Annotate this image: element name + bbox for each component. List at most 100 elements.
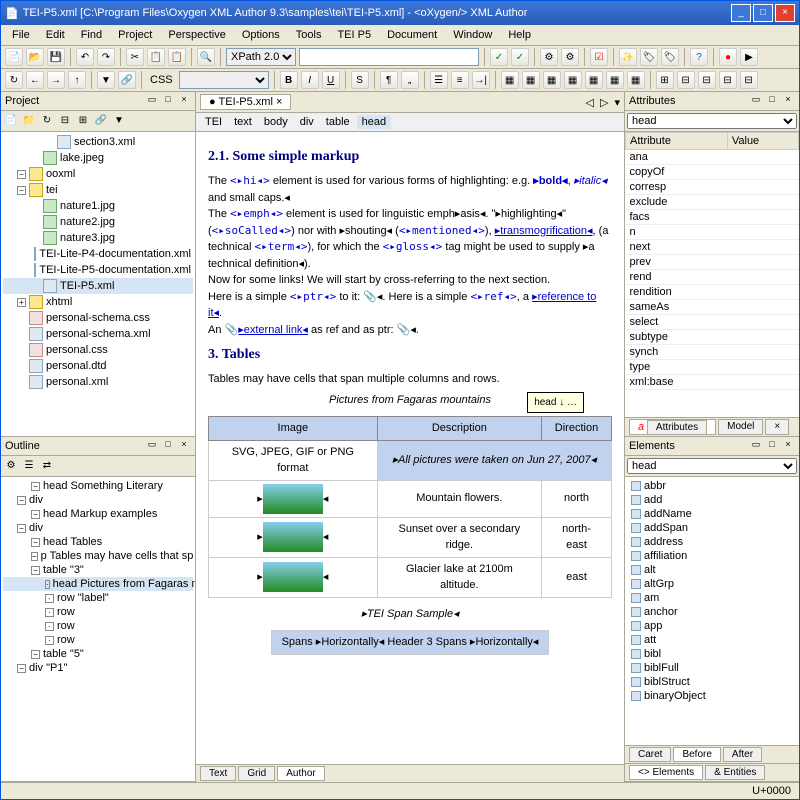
split-icon[interactable]: ⊟: [677, 71, 695, 89]
attr-element-select[interactable]: head: [627, 113, 797, 129]
panel-close-icon[interactable]: ×: [177, 94, 191, 108]
outline-item[interactable]: ·row "label": [3, 591, 193, 605]
element-item[interactable]: att: [627, 633, 797, 647]
menu-options[interactable]: Options: [235, 27, 287, 43]
tree-item[interactable]: nature1.jpg: [3, 198, 193, 214]
find-icon[interactable]: 🔍: [197, 48, 215, 66]
outline-item[interactable]: −table "5": [3, 647, 193, 661]
panel-min-icon[interactable]: ▭: [145, 94, 159, 108]
attr-min-icon[interactable]: ▭: [749, 94, 763, 108]
del-row-icon[interactable]: ▦: [606, 71, 624, 89]
wand-icon[interactable]: ✨: [619, 48, 637, 66]
element-item[interactable]: add: [627, 493, 797, 507]
elem-tab-before[interactable]: Before: [673, 747, 720, 762]
element-item[interactable]: anchor: [627, 605, 797, 619]
outline-flat-icon[interactable]: ☰: [21, 458, 37, 474]
element-item[interactable]: addSpan: [627, 521, 797, 535]
redo-icon[interactable]: ↷: [97, 48, 115, 66]
element-item[interactable]: binaryObject: [627, 689, 797, 703]
doc-tab-active[interactable]: ● TEI-P5.xml ×: [200, 94, 291, 110]
bold-button[interactable]: B: [280, 71, 298, 89]
menu-perspective[interactable]: Perspective: [161, 27, 232, 43]
wellformed-icon[interactable]: ✓: [511, 48, 529, 66]
outline-item[interactable]: −div "P1": [3, 661, 193, 675]
nav-fwd-icon[interactable]: →: [47, 71, 65, 89]
crumb-text[interactable]: text: [229, 115, 257, 129]
elem-btab-elements[interactable]: <> Elements: [629, 765, 703, 780]
menu-find[interactable]: Find: [74, 27, 109, 43]
link-proj-icon[interactable]: 🔗: [93, 113, 109, 129]
crumb-div[interactable]: div: [295, 115, 319, 129]
help-icon[interactable]: ?: [690, 48, 708, 66]
tree-item[interactable]: nature2.jpg: [3, 214, 193, 230]
tab-attributes[interactable]: a Attributes: [629, 419, 716, 435]
outline-item[interactable]: −div: [3, 493, 193, 507]
element-item[interactable]: altGrp: [627, 577, 797, 591]
elem-tab-caret[interactable]: Caret: [629, 747, 671, 762]
elem-btab-entities[interactable]: & Entities: [705, 765, 765, 780]
col-left-icon[interactable]: ▦: [564, 71, 582, 89]
new-proj-icon[interactable]: 📄: [3, 113, 19, 129]
menu-teip5[interactable]: TEI P5: [330, 27, 378, 43]
outline-close-icon[interactable]: ×: [177, 439, 191, 453]
menu-edit[interactable]: Edit: [39, 27, 72, 43]
split3-icon[interactable]: ⊟: [719, 71, 737, 89]
tree-item[interactable]: personal-schema.css: [3, 310, 193, 326]
copy-icon[interactable]: 📋: [147, 48, 165, 66]
outline-cfg-icon[interactable]: ⚙: [3, 458, 19, 474]
quote-icon[interactable]: „: [401, 71, 419, 89]
maximize-button[interactable]: □: [753, 4, 773, 22]
outline-item[interactable]: ·row: [3, 619, 193, 633]
strike-button[interactable]: S: [351, 71, 369, 89]
tab-nav-left-icon[interactable]: ◁: [586, 96, 594, 109]
menu-window[interactable]: Window: [446, 27, 499, 43]
elem-close-icon[interactable]: ×: [781, 439, 795, 453]
attr-max-icon[interactable]: □: [765, 94, 779, 108]
elements-list[interactable]: abbraddaddNameaddSpanaddressaffiliationa…: [625, 477, 799, 745]
para-icon[interactable]: ¶: [380, 71, 398, 89]
del-col-icon[interactable]: ▦: [627, 71, 645, 89]
element-item[interactable]: am: [627, 591, 797, 605]
element-item[interactable]: biblFull: [627, 661, 797, 675]
tag2-icon[interactable]: 🏷: [661, 48, 679, 66]
crumb-head[interactable]: head: [357, 115, 391, 129]
save-icon[interactable]: 💾: [47, 48, 65, 66]
element-item[interactable]: alt: [627, 563, 797, 577]
table-icon[interactable]: ▦: [501, 71, 519, 89]
row-below-icon[interactable]: ▦: [543, 71, 561, 89]
tree-item[interactable]: TEI-Lite-P4-documentation.xml: [3, 246, 193, 262]
tab-model[interactable]: Model: [718, 419, 763, 435]
tree-item[interactable]: −tei: [3, 182, 193, 198]
attr-close-icon[interactable]: ×: [781, 94, 795, 108]
tree-item[interactable]: section3.xml: [3, 134, 193, 150]
attr-tabs-close-icon[interactable]: ×: [765, 419, 789, 435]
cut-icon[interactable]: ✂: [126, 48, 144, 66]
link-icon[interactable]: 🔗: [118, 71, 136, 89]
check-icon[interactable]: ☑: [590, 48, 608, 66]
refresh-proj-icon[interactable]: ↻: [39, 113, 55, 129]
menu-tools[interactable]: Tools: [289, 27, 329, 43]
mode-tab-author[interactable]: Author: [277, 766, 324, 781]
element-item[interactable]: biblStruct: [627, 675, 797, 689]
element-item[interactable]: bibl: [627, 647, 797, 661]
outline-item[interactable]: −div: [3, 521, 193, 535]
crumb-TEI[interactable]: TEI: [200, 115, 227, 129]
elem-max-icon[interactable]: □: [765, 439, 779, 453]
tree-item[interactable]: TEI-Lite-P5-documentation.xml: [3, 262, 193, 278]
outline-item[interactable]: ·row: [3, 633, 193, 647]
tree-item[interactable]: −ooxml: [3, 166, 193, 182]
transform-icon[interactable]: ⚙: [540, 48, 558, 66]
nav-up-icon[interactable]: ↑: [68, 71, 86, 89]
collapse-icon[interactable]: ⊟: [57, 113, 73, 129]
element-item[interactable]: address: [627, 535, 797, 549]
minimize-button[interactable]: _: [731, 4, 751, 22]
split4-icon[interactable]: ⊟: [740, 71, 758, 89]
tree-item[interactable]: personal-schema.xml: [3, 326, 193, 342]
css-select[interactable]: [179, 71, 269, 89]
config-icon[interactable]: ⚙: [561, 48, 579, 66]
tab-menu-icon[interactable]: ▾: [614, 96, 620, 109]
mode-tab-text[interactable]: Text: [200, 766, 236, 781]
outline-sync-icon[interactable]: ⇄: [39, 458, 55, 474]
validate-icon[interactable]: ✓: [490, 48, 508, 66]
list-ul-icon[interactable]: ☰: [430, 71, 448, 89]
